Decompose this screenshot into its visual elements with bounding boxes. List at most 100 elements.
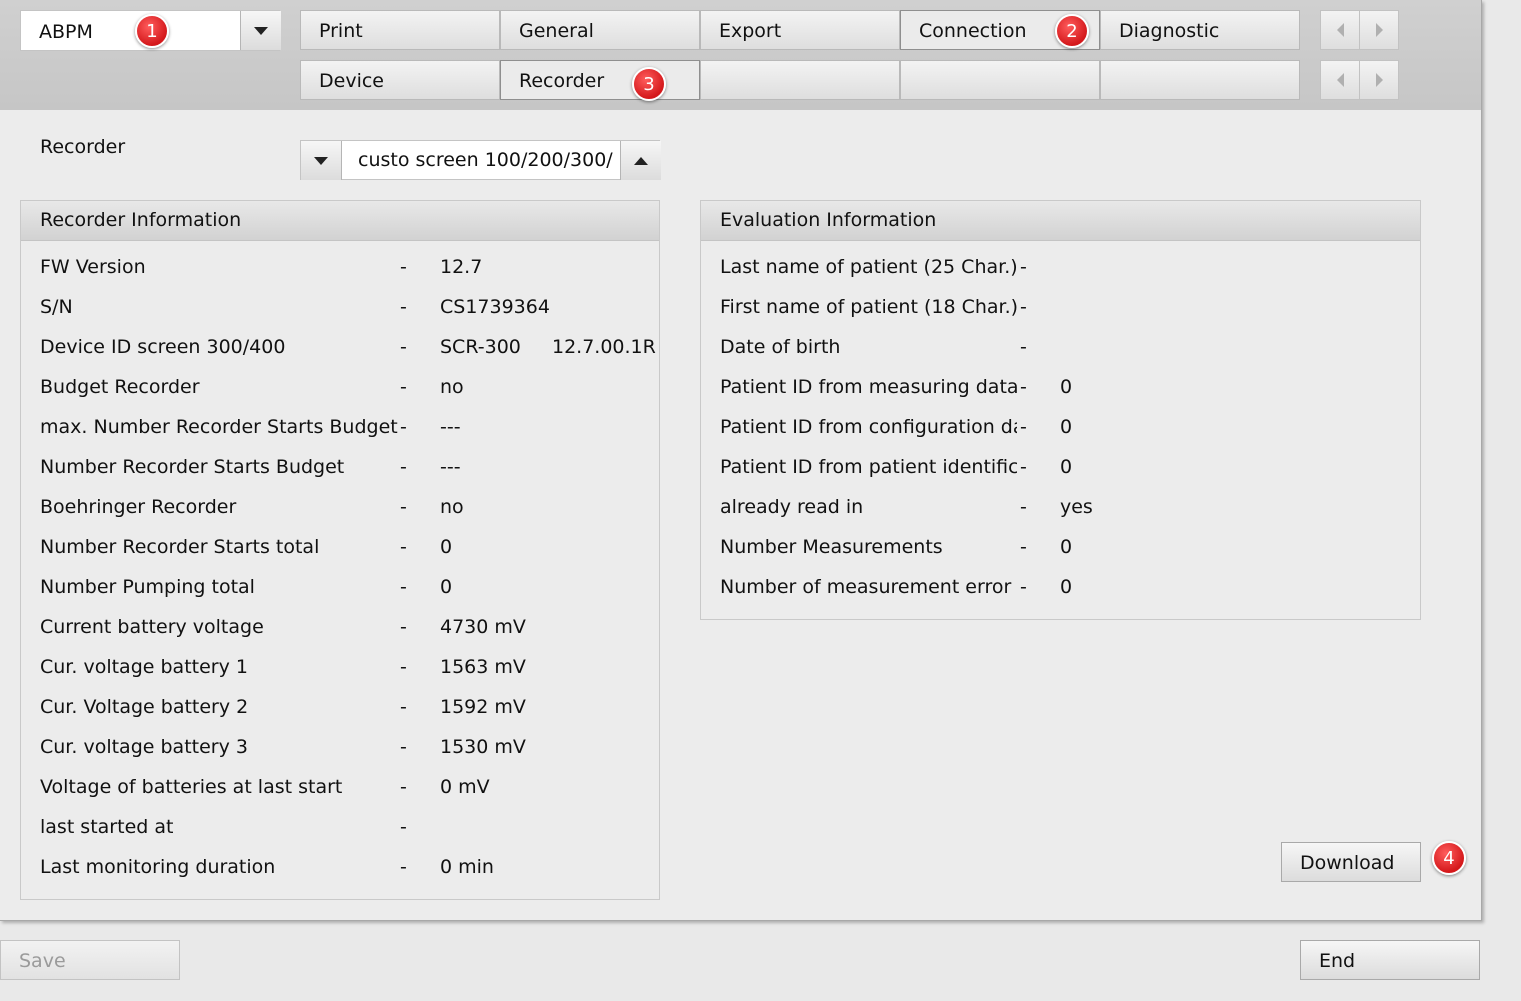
step-badge-1: 1 (135, 14, 169, 48)
recorder-dropdown-button[interactable] (301, 141, 342, 180)
download-button[interactable]: Download (1281, 842, 1421, 882)
info-row-separator: - (1020, 456, 1027, 478)
info-row: Voltage of batteries at last start - 0 mV (21, 775, 659, 799)
info-row-value: CS1739364 (440, 296, 550, 318)
info-row: Cur. voltage battery 1 - 1563 mV (21, 655, 659, 679)
info-row-label: max. Number Recorder Starts Budget (40, 416, 398, 438)
info-row-label: Number Recorder Starts total (40, 536, 320, 558)
device-dropdown-button[interactable] (240, 11, 281, 50)
info-row-label: Last name of patient (25 Char.) (720, 256, 1017, 278)
info-row-separator: - (400, 816, 407, 838)
tab-export[interactable]: Export (700, 10, 900, 50)
info-row-label: Number Pumping total (40, 576, 255, 598)
info-row-value-secondary: 12.7.00.1R (552, 336, 656, 358)
tabs-row2-scroll-left-button[interactable] (1320, 60, 1360, 100)
info-row-value: 0 (1060, 576, 1073, 598)
tab-recorder[interactable]: Recorder (500, 60, 700, 100)
info-row-separator: - (1020, 536, 1027, 558)
tab-empty-3 (1100, 60, 1300, 100)
info-row-value: 1530 mV (440, 736, 526, 758)
recorder-information-panel: Recorder Information FW Version - 12.7 S/N -… (20, 200, 660, 900)
info-row: FW Version - 12.7 (21, 255, 659, 279)
info-row-separator: - (400, 656, 407, 678)
info-row: Number Pumping total - 0 (21, 575, 659, 599)
arrow-left-icon (1336, 23, 1344, 37)
info-row: Cur. Voltage battery 2 - 1592 mV (21, 695, 659, 719)
info-row-value: 0 (1060, 416, 1073, 438)
info-row-label: Number Measurements (720, 536, 943, 558)
info-row: last started at - (21, 815, 659, 839)
evaluation-information-title: Evaluation Information (701, 201, 1420, 241)
info-row-value: 0 (1060, 456, 1073, 478)
info-row-separator: - (400, 296, 407, 318)
info-row-label: Number of measurement error (720, 576, 1012, 598)
arrow-right-icon (1375, 23, 1383, 37)
info-row: S/N - CS1739364 (21, 295, 659, 319)
info-row-label: Cur. Voltage battery 2 (40, 696, 249, 718)
info-row-label: Boehringer Recorder (40, 496, 237, 518)
info-row-label: Cur. voltage battery 1 (40, 656, 248, 678)
chevron-down-icon (254, 26, 268, 35)
info-row-label: Voltage of batteries at last start (40, 776, 343, 798)
info-row-label: FW Version (40, 256, 146, 278)
info-row-label: Number Recorder Starts Budget (40, 456, 345, 478)
info-row-value: no (440, 376, 464, 398)
info-row-separator: - (400, 776, 407, 798)
tab-empty-1 (700, 60, 900, 100)
info-row: Date of birth - (701, 335, 1420, 359)
info-row-value: 1563 mV (440, 656, 526, 678)
info-row: Number Measurements - 0 (701, 535, 1420, 559)
info-row-separator: - (400, 856, 407, 878)
recorder-information-title: Recorder Information (21, 201, 659, 241)
tab-print[interactable]: Print (300, 10, 500, 50)
evaluation-information-panel: Evaluation Information Last name of pati… (700, 200, 1421, 620)
chevron-up-icon (634, 156, 648, 165)
info-row-label: S/N (40, 296, 73, 318)
info-row: Number Recorder Starts Budget - --- (21, 455, 659, 479)
info-row: First name of patient (18 Char.) - (701, 295, 1420, 319)
step-badge-4: 4 (1432, 841, 1466, 875)
info-row-label: First name of patient (18 Char.) (720, 296, 1017, 318)
info-row-separator: - (400, 376, 407, 398)
tabs-row1-scroll-right-button[interactable] (1359, 10, 1399, 50)
info-row-value: 12.7 (440, 256, 483, 278)
info-row-label: already read in (720, 496, 864, 518)
info-row-label: Device ID screen 300/400 (40, 336, 286, 358)
save-button[interactable]: Save (0, 940, 180, 980)
info-row: max. Number Recorder Starts Budget - --- (21, 415, 659, 439)
info-row-value: 0 mV (440, 776, 490, 798)
arrow-right-icon (1375, 73, 1383, 87)
tab-diagnostic[interactable]: Diagnostic (1100, 10, 1300, 50)
info-row-separator: - (400, 696, 407, 718)
recorder-combobox[interactable]: custo screen 100/200/300/ (300, 140, 661, 180)
info-row-label: Budget Recorder (40, 376, 200, 398)
recorder-dropup-button[interactable] (620, 141, 661, 180)
info-row-separator: - (1020, 576, 1027, 598)
info-row-separator: - (400, 576, 407, 598)
info-row-label: Patient ID from configuration data (720, 416, 1017, 438)
end-button[interactable]: End (1300, 940, 1480, 980)
recorder-combobox-value: custo screen 100/200/300/ (358, 149, 613, 171)
tabs-row1-scroll-left-button[interactable] (1320, 10, 1360, 50)
info-row-label: Date of birth (720, 336, 841, 358)
arrow-left-icon (1336, 73, 1344, 87)
info-row: Budget Recorder - no (21, 375, 659, 399)
info-row-label: last started at (40, 816, 174, 838)
info-row-separator: - (400, 736, 407, 758)
info-row: Patient ID from patient identification- 0 (701, 455, 1420, 479)
info-row-value: --- (440, 456, 461, 478)
info-row-separator: - (400, 416, 407, 438)
info-row: Boehringer Recorder - no (21, 495, 659, 519)
info-row: Last monitoring duration - 0 min (21, 855, 659, 879)
info-row-separator: - (400, 456, 407, 478)
chevron-down-icon (314, 156, 328, 165)
info-row: Number of measurement error - 0 (701, 575, 1420, 599)
info-row-label: Cur. voltage battery 3 (40, 736, 248, 758)
device-combobox-value: ABPM (39, 21, 93, 43)
info-row-value: 0 min (440, 856, 494, 878)
tabs-row2-scroll-right-button[interactable] (1359, 60, 1399, 100)
tab-device[interactable]: Device (300, 60, 500, 100)
tab-general[interactable]: General (500, 10, 700, 50)
info-row: Cur. voltage battery 3 - 1530 mV (21, 735, 659, 759)
info-row-value: yes (1060, 496, 1093, 518)
